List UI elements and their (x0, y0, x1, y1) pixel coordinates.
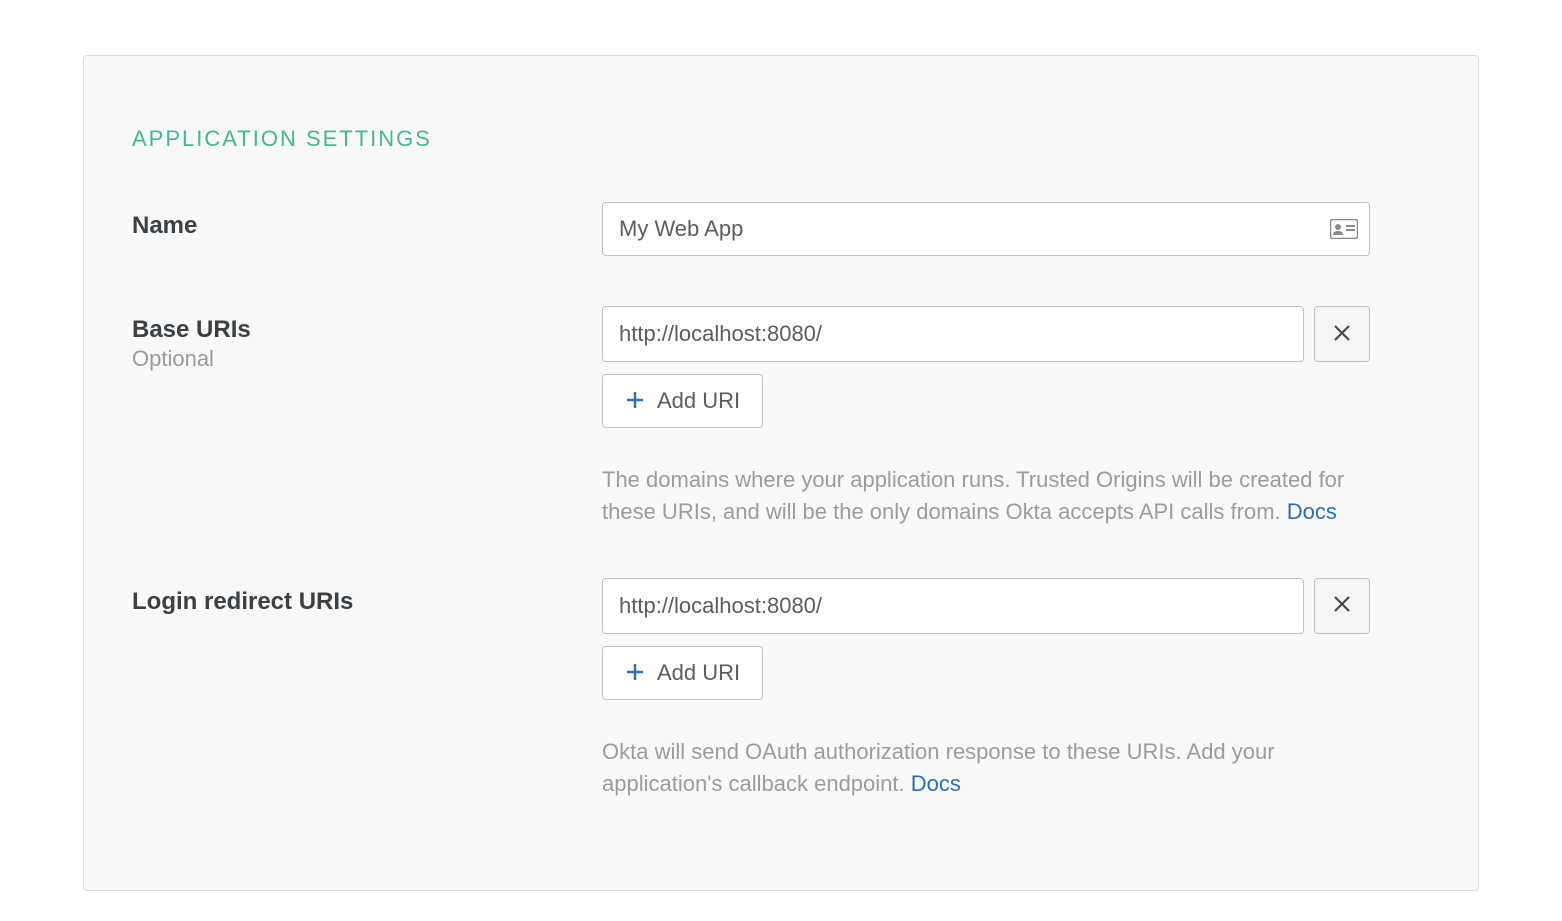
login-redirect-uris-help-text: Okta will send OAuth authorization respo… (602, 736, 1362, 800)
section-title: APPLICATION SETTINGS (132, 126, 1430, 152)
add-login-redirect-uri-label: Add URI (657, 660, 740, 686)
plus-icon (625, 387, 645, 415)
login-redirect-uris-control-col: Add URI Okta will send OAuth authorizati… (602, 578, 1430, 800)
login-redirect-uris-docs-link[interactable]: Docs (911, 771, 961, 796)
login-redirect-uris-label: Login redirect URIs (132, 588, 602, 616)
login-redirect-uri-input[interactable] (602, 578, 1304, 634)
login-redirect-uris-row: Login redirect URIs (132, 578, 1430, 800)
base-uris-label: Base URIs (132, 316, 602, 344)
name-control-col (602, 202, 1430, 256)
add-base-uri-label: Add URI (657, 388, 740, 414)
close-icon (1332, 594, 1352, 617)
base-uris-help-text-content: The domains where your application runs.… (602, 467, 1344, 524)
close-icon (1332, 323, 1352, 346)
remove-login-redirect-uri-button[interactable] (1314, 578, 1370, 634)
base-uris-docs-link[interactable]: Docs (1287, 499, 1337, 524)
add-login-redirect-uri-button[interactable]: Add URI (602, 646, 763, 700)
remove-base-uri-button[interactable] (1314, 306, 1370, 362)
login-redirect-uri-item (602, 578, 1370, 634)
name-label: Name (132, 212, 602, 240)
plus-icon (625, 659, 645, 687)
application-settings-panel: APPLICATION SETTINGS Name (83, 55, 1479, 891)
base-uris-row: Base URIs Optional (132, 306, 1430, 528)
name-row: Name (132, 202, 1430, 256)
name-input[interactable] (602, 202, 1370, 256)
login-redirect-uris-label-col: Login redirect URIs (132, 578, 602, 616)
base-uris-label-col: Base URIs Optional (132, 306, 602, 372)
add-base-uri-button[interactable]: Add URI (602, 374, 763, 428)
base-uri-item (602, 306, 1370, 362)
base-uris-control-col: Add URI The domains where your applicati… (602, 306, 1430, 528)
base-uris-sublabel: Optional (132, 346, 602, 372)
name-label-col: Name (132, 202, 602, 240)
name-input-wrap (602, 202, 1370, 256)
base-uri-input[interactable] (602, 306, 1304, 362)
base-uris-help-text: The domains where your application runs.… (602, 464, 1362, 528)
